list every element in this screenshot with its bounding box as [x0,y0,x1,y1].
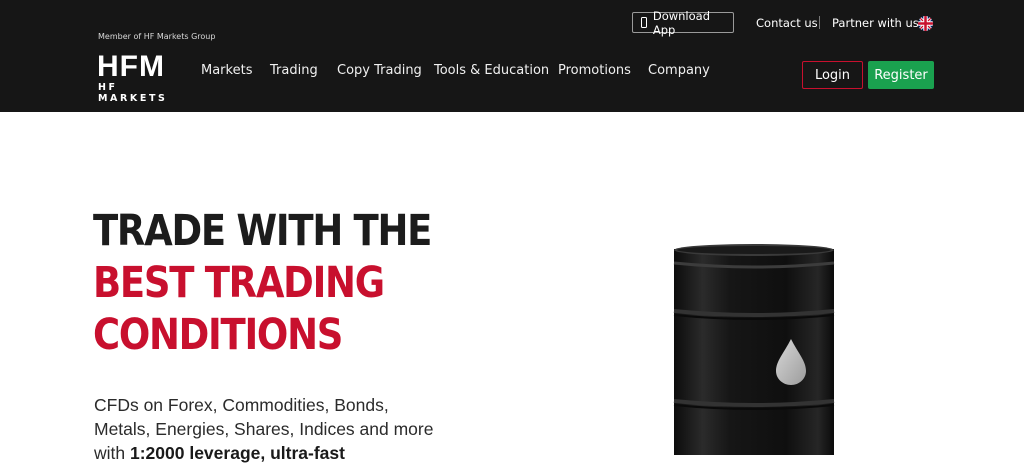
nav-trading[interactable]: Trading [270,63,318,78]
headline-line-3: CONDITIONS [93,310,343,360]
hero-description: CFDs on Forex, Commodities, Bonds, Metal… [94,393,454,465]
headline-line-2: BEST TRADING [93,258,385,308]
nav-promotions[interactable]: Promotions [558,63,631,78]
nav-markets[interactable]: Markets [201,63,252,78]
uk-flag-icon[interactable] [918,16,933,31]
phone-icon [641,17,647,28]
desc-line-3-bold: 1:2000 leverage, ultra-fast [129,443,345,463]
contact-us-link[interactable]: Contact us [756,16,818,30]
site-header: Member of HF Markets Group HFM HF MARKET… [0,0,1024,112]
desc-line-3-prefix: with [94,443,130,463]
logo-wordmark: HFM [97,50,165,83]
logo-subtitle: HF MARKETS [98,82,168,104]
oil-barrel-image [672,243,836,455]
login-button[interactable]: Login [802,61,863,89]
nav-copy-trading[interactable]: Copy Trading [337,63,422,78]
download-app-label: Download App [652,8,711,37]
desc-line-2: Metals, Energies, Shares, Indices and mo… [94,419,434,439]
register-button[interactable]: Register [868,61,934,89]
partner-with-us-link[interactable]: Partner with us [832,16,919,30]
desc-line-1: CFDs on Forex, Commodities, Bonds, [94,395,389,415]
divider [819,16,820,29]
hero-headline: TRADE WITH THE BEST TRADING CONDITIONS [93,205,432,361]
nav-tools-education[interactable]: Tools & Education [434,63,549,78]
nav-company[interactable]: Company [648,63,710,78]
headline-line-1: TRADE WITH THE [93,206,432,256]
download-app-button[interactable]: Download App [632,9,734,37]
hfm-logo[interactable]: HFM HF MARKETS [97,50,187,105]
member-of-group-text: Member of HF Markets Group [98,32,216,41]
